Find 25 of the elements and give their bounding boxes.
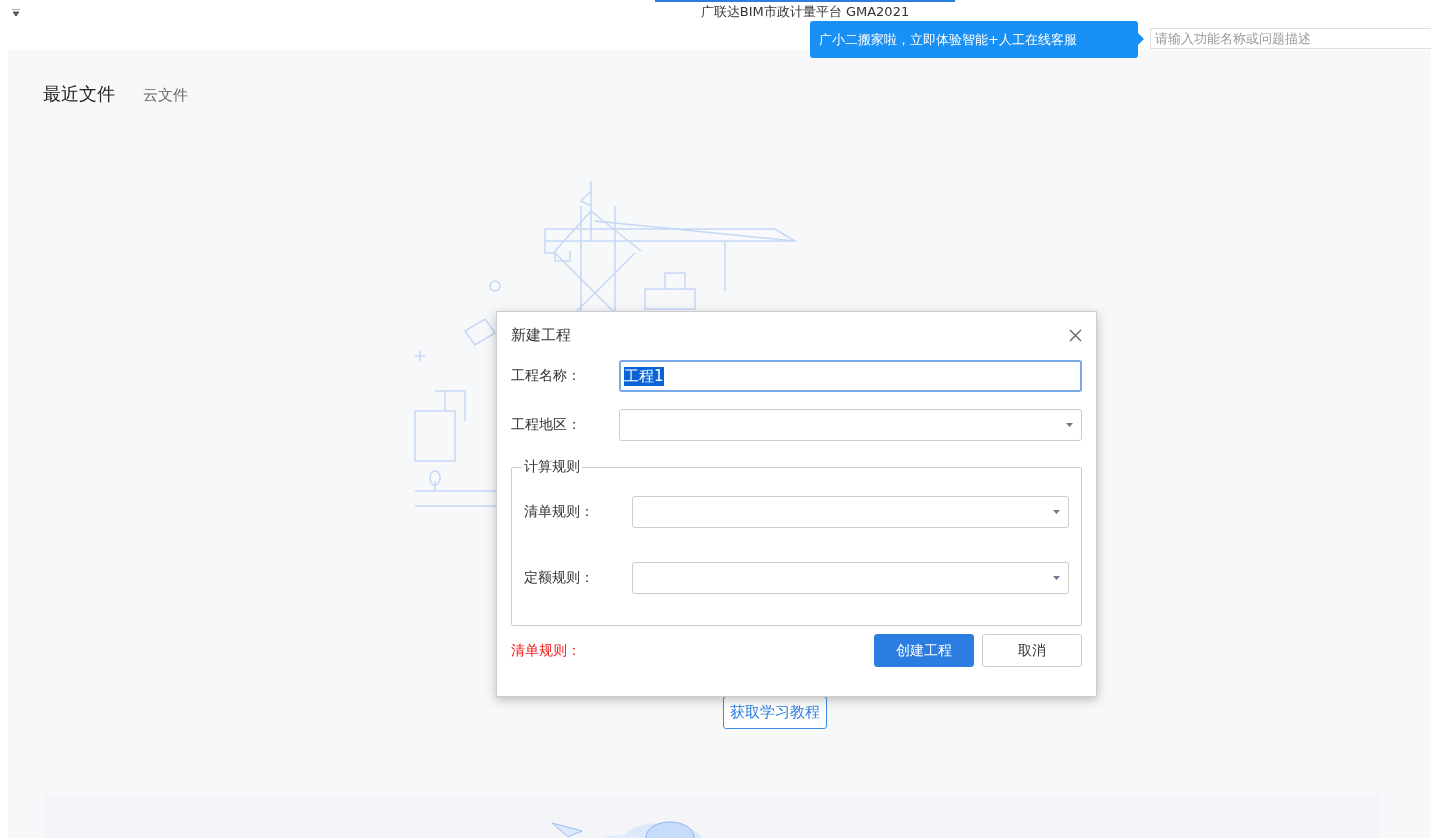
tutorial-button[interactable]: 获取学习教程 <box>722 696 827 729</box>
cancel-button[interactable]: 取消 <box>982 634 1082 667</box>
caret-icon <box>1053 510 1060 514</box>
close-icon[interactable] <box>1069 328 1082 342</box>
caret-icon <box>1053 576 1060 580</box>
dialog-title: 新建工程 <box>511 325 571 345</box>
field-label: 清单规则： <box>524 503 595 521</box>
tooltip-pointer-icon <box>1138 33 1144 45</box>
text-field[interactable]: 工程1 <box>619 360 1082 392</box>
dropdown-field[interactable] <box>619 409 1082 441</box>
dropdown-icon[interactable] <box>12 9 20 16</box>
group-title: 计算规则 <box>523 458 581 476</box>
tab[interactable]: 最近文件 <box>43 82 115 106</box>
error-message: 清单规则： <box>511 641 581 660</box>
help-tooltip[interactable]: 广小二搬家啦，立即体验智能+人工在线客服 <box>810 21 1138 58</box>
field-label: 定额规则： <box>524 569 595 587</box>
dropdown-field[interactable] <box>632 496 1069 528</box>
search-field[interactable]: 请输入功能名称或问题描述 <box>1150 28 1431 49</box>
tab[interactable]: 云文件 <box>143 86 188 105</box>
field-label: 工程地区： <box>511 416 582 434</box>
dropdown-field[interactable] <box>632 562 1069 594</box>
create-button[interactable]: 创建工程 <box>874 634 974 667</box>
caret-icon <box>1066 423 1073 427</box>
window-title: 广联达BIM市政计量平台 GMA2021 <box>700 4 910 19</box>
field-label: 工程名称： <box>511 367 582 385</box>
